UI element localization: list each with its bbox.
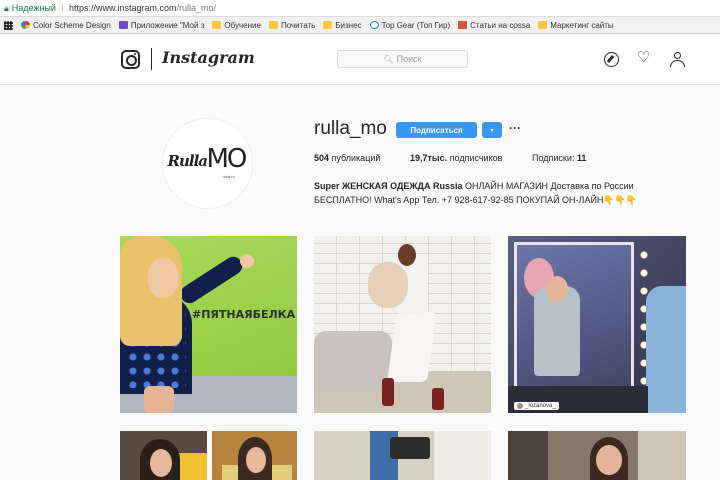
- post-thumbnail[interactable]: [212, 431, 297, 480]
- header-divider: [151, 48, 152, 70]
- post-face: [246, 447, 266, 473]
- bookmark-label: Color Scheme Design: [33, 20, 111, 30]
- follow-button[interactable]: Подписаться: [396, 122, 477, 138]
- topgear-icon: [369, 21, 379, 29]
- following-stat[interactable]: Подписки: 11: [532, 153, 586, 163]
- followers-label: подписчиков: [449, 153, 503, 163]
- post-hand: [240, 254, 254, 268]
- post-window: [638, 431, 686, 480]
- bio-line2: БЕСПЛАТНО! What's App Тел. +7 928-617-92…: [314, 195, 638, 205]
- posts-label: публикаций: [331, 153, 381, 163]
- bookmark-education[interactable]: Обучение: [212, 21, 261, 30]
- profile-avatar[interactable]: Rulla MO rulla.ru: [162, 118, 253, 209]
- posts-stat: 504 публикаций: [314, 153, 380, 163]
- post-face: [596, 445, 622, 475]
- bookmark-label: Маркетинг сайты: [550, 20, 614, 30]
- post-thumbnail[interactable]: [314, 431, 491, 480]
- post-legs: [144, 386, 174, 413]
- post-face: [150, 449, 172, 477]
- address-bar[interactable]: 🔒︎ Надежный https://www.instagram.com/ru…: [0, 0, 720, 17]
- post-man-head: [546, 276, 568, 302]
- search-input[interactable]: 🔍︎ Поиск: [337, 50, 468, 68]
- heart-icon[interactable]: ♡: [637, 50, 652, 65]
- folder-icon: [323, 21, 333, 29]
- bookmark-cossa[interactable]: Статьи на cossa: [458, 21, 530, 30]
- post-sign-text: #ПЯТНАЯБЕЛКА: [192, 308, 296, 321]
- bookmark-label: Приложение "Мой з: [130, 20, 205, 30]
- post-thumbnail[interactable]: [314, 236, 491, 413]
- logo-rulla: Rulla: [167, 151, 208, 170]
- url-host: https://www.instagram.com: [68, 3, 177, 13]
- bookmark-color-scheme[interactable]: Color Scheme Design: [21, 21, 111, 30]
- bio-name: Super ЖЕНСКАЯ ОДЕЖДА Russia: [314, 181, 463, 191]
- profile-icon[interactable]: [670, 52, 685, 67]
- rulla-mo-logo: Rulla MO rulla.ru: [168, 144, 248, 184]
- url-text[interactable]: https://www.instagram.com/rulla_mo/: [69, 3, 216, 13]
- suggestions-dropdown-button[interactable]: ▾: [482, 122, 502, 138]
- post-window: [434, 431, 491, 480]
- post-thumbnail[interactable]: [508, 431, 686, 480]
- bookmark-label: Обучение: [224, 20, 261, 30]
- bookmarks-bar: Color Scheme Design Приложение "Мой з Об…: [0, 17, 720, 34]
- bookmark-label: Статьи на cossa: [470, 20, 531, 30]
- instagram-header: Instagram 🔍︎ Поиск ♡: [0, 35, 720, 85]
- profile-icon-head: [674, 52, 681, 59]
- apps-grid-icon: [4, 20, 13, 30]
- bookmark-reading[interactable]: Почитать: [268, 20, 316, 30]
- post-thumbnail[interactable]: #ПЯТНАЯБЕЛКА: [120, 236, 297, 413]
- folder-icon: [212, 21, 222, 29]
- articles-icon: [458, 21, 468, 29]
- color-wheel-icon: [21, 21, 30, 29]
- app-icon: [118, 21, 128, 29]
- address-divider: [61, 3, 63, 13]
- bookmark-topgear[interactable]: Top Gear (Топ Гир): [369, 20, 451, 30]
- post-shelf: [508, 431, 548, 480]
- folder-icon: [268, 21, 278, 29]
- posts-count: 504: [314, 153, 330, 163]
- compass-icon[interactable]: [604, 52, 619, 67]
- followers-stat[interactable]: 19,7тыс. подписчиков: [410, 153, 502, 163]
- post-boot: [432, 388, 444, 410]
- bookmark-label: Бизнес: [335, 20, 362, 30]
- secure-label: Надежный: [11, 3, 56, 13]
- logo-mo: MO: [206, 143, 248, 174]
- following-count: 11: [576, 153, 587, 163]
- apps-button[interactable]: [4, 20, 16, 30]
- tag-username: _lozanova_: [525, 403, 556, 409]
- profile-username: rulla_mo: [314, 118, 387, 139]
- bookmark-label: Top Gear (Топ Гир): [381, 20, 451, 30]
- instagram-wordmark[interactable]: Instagram: [162, 48, 255, 67]
- following-label: Подписки:: [532, 153, 575, 163]
- profile-icon-body: [670, 60, 685, 67]
- logo-tag: rulla.ru: [222, 173, 235, 179]
- followers-count: 19,7тыс.: [410, 153, 448, 163]
- bookmark-marketing[interactable]: Маркетинг сайты: [538, 20, 614, 30]
- url-path: /rulla_mo/: [176, 3, 217, 13]
- bookmark-app[interactable]: Приложение "Мой з: [118, 20, 205, 30]
- search-icon: 🔍︎: [383, 54, 394, 64]
- search-placeholder: Поиск: [396, 54, 422, 64]
- post-chair: [314, 331, 392, 391]
- post-face: [148, 258, 178, 298]
- post-camera: [390, 437, 430, 459]
- more-options-button[interactable]: ···: [509, 121, 521, 135]
- bio-line1: ОНЛАЙН МАГАЗИН Доставка по России: [464, 181, 634, 191]
- bookmark-label: Почитать: [280, 20, 316, 30]
- post-person: [646, 286, 686, 413]
- instagram-camera-icon[interactable]: [121, 50, 140, 69]
- profile-bio: Super ЖЕНСКАЯ ОДЕЖДА Russia ОНЛАЙН МАГАЗ…: [314, 179, 654, 207]
- post-user-tag[interactable]: _lozanova_: [514, 402, 559, 410]
- post-thumbnail[interactable]: [120, 431, 207, 480]
- folder-icon: [538, 21, 548, 29]
- post-teddy-bear: [368, 262, 408, 308]
- tag-avatar: [517, 403, 523, 409]
- post-thumbnail[interactable]: _lozanova_: [508, 236, 686, 413]
- bookmark-business[interactable]: Бизнес: [323, 20, 362, 30]
- lock-icon: 🔒︎: [4, 2, 9, 13]
- post-head: [398, 244, 416, 266]
- post-boot: [382, 378, 394, 406]
